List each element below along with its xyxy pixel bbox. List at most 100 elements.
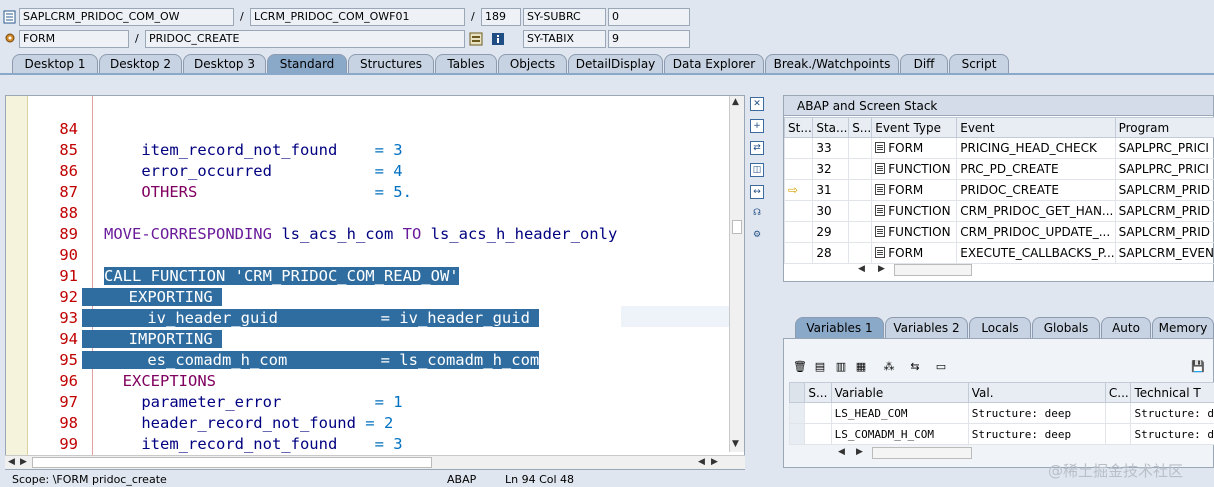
event-field[interactable]: PRIDOC_CREATE [145, 30, 465, 48]
table-row[interactable]: 33 FORM PRICING_HEAD_CHECK SAPLPRC_PRICI [783, 137, 1214, 159]
var-col-header[interactable]: Technical T [1130, 382, 1214, 403]
table-row[interactable]: 32 FUNCTION PRC_PD_CREATE SAPLPRC_PRICI [783, 158, 1214, 180]
tab-locals[interactable]: Locals [969, 317, 1031, 338]
tab-break-watchpoints[interactable]: Break./Watchpoints [765, 54, 899, 74]
var-col-header[interactable]: Val. [967, 382, 1106, 403]
new-tool-icon[interactable]: + [750, 119, 764, 133]
row-selector[interactable] [788, 423, 806, 445]
tab-desktop-1[interactable]: Desktop 1 [12, 54, 98, 74]
scroll-left-icon[interactable]: ◀ [8, 456, 15, 468]
folder-icon[interactable]: ▭ [934, 360, 948, 374]
table-row[interactable]: 30 FUNCTION CRM_PRIDOC_GET_HAN... SAPLCR… [783, 200, 1214, 222]
scroll-up-icon[interactable]: ▲ [732, 96, 739, 108]
code-line[interactable]: 95 EXCEPTIONS [6, 329, 744, 390]
code-line[interactable]: 96 parameter_error = 1 [6, 350, 744, 411]
scroll-left-icon[interactable]: ◀ [858, 263, 865, 275]
source-code-editor[interactable]: 84 item_record_not_found = 3 85 error_oc… [5, 95, 745, 470]
tab-objects[interactable]: Objects [498, 54, 567, 74]
stack-col-header[interactable]: S... [848, 117, 873, 138]
tab-desktop-2[interactable]: Desktop 2 [99, 54, 182, 74]
scroll-right-icon[interactable]: ▶ [20, 456, 27, 468]
stack-col-header[interactable]: Event Type [871, 117, 958, 138]
tab-data-explorer[interactable]: Data Explorer [664, 54, 764, 74]
services-icon[interactable]: ☊ [750, 207, 764, 221]
var-col-header[interactable]: S... [804, 382, 832, 403]
tab-memory[interactable]: Memory [1152, 317, 1214, 338]
code-line-selected[interactable]: 90 CALL FUNCTION 'CRM_PRIDOC_COM_READ_OW… [6, 224, 744, 285]
save-icon[interactable]: 💾 [1191, 360, 1205, 374]
tab-detaildisplay[interactable]: DetailDisplay [568, 54, 663, 74]
hierarchy-icon[interactable]: ⁂ [882, 360, 896, 374]
var-col-header[interactable]: C... [1104, 382, 1132, 403]
scroll-thumb[interactable] [894, 264, 972, 276]
scroll-left-icon[interactable]: ◀ [838, 446, 845, 458]
code-line[interactable]: 85 error_occurred = 4 [6, 119, 744, 180]
stack-col-header[interactable]: Sta... [812, 117, 850, 138]
insert-row-icon[interactable]: ▤ [813, 360, 827, 374]
exchange-icon[interactable]: ⇄ [750, 141, 764, 155]
code-line[interactable]: 88 MOVE-CORRESPONDING ls_acs_h_com TO ls… [6, 182, 744, 243]
sysfield-1-name[interactable]: SY-SUBRC [523, 8, 606, 26]
row-selector[interactable] [788, 402, 806, 424]
scroll-right-icon[interactable]: ▶ [878, 263, 885, 275]
scroll-thumb[interactable] [872, 447, 972, 459]
scroll-down-icon[interactable]: ▼ [732, 438, 739, 450]
tab-desktop-3[interactable]: Desktop 3 [183, 54, 266, 74]
scroll-thumb[interactable] [732, 220, 742, 234]
tab-structures[interactable]: Structures [348, 54, 434, 74]
code-line[interactable]: 86 OTHERS = 5. [6, 140, 744, 201]
variables-horizontal-scrollbar[interactable]: ◀ ▶ [836, 446, 976, 460]
table-row[interactable]: LS_COMADM_H_COM Structure: deep Structur… [788, 423, 1214, 445]
tab-variables-2[interactable]: Variables 2 [885, 317, 968, 338]
program-field[interactable]: SAPLCRM_PRIDOC_COM_OW [19, 8, 234, 26]
code-line[interactable]: 99 error_occurred = 4 [6, 413, 744, 469]
code-line[interactable]: 98 item_record_not_found = 3 [6, 392, 744, 453]
details-icon[interactable]: ▦ [854, 360, 868, 374]
code-line-selected[interactable]: 93 IMPORTING [6, 287, 744, 348]
tab-tables[interactable]: Tables [435, 54, 497, 74]
tab-auto[interactable]: Auto [1101, 317, 1151, 338]
tab-variables-1[interactable]: Variables 1 [795, 317, 884, 338]
delete-icon[interactable]: 🗑 [793, 360, 807, 374]
stack-horizontal-scrollbar[interactable]: ◀ ▶ [856, 263, 976, 277]
tab-globals[interactable]: Globals [1032, 317, 1100, 338]
append-row-icon[interactable]: ▥ [834, 360, 848, 374]
maximize-icon[interactable]: ◫ [750, 163, 764, 177]
tab-script[interactable]: Script [949, 54, 1009, 74]
scroll-right-icon[interactable]: ▶ [856, 446, 863, 458]
close-icon[interactable]: ✕ [750, 97, 764, 111]
sysfield-2-name[interactable]: SY-TABIX [523, 30, 606, 48]
event-type-field[interactable]: FORM [19, 30, 129, 48]
navigate-icon[interactable] [469, 32, 483, 46]
editor-vertical-scrollbar[interactable]: ▲ ▼ [729, 96, 744, 452]
table-row[interactable]: LS_HEAD_COM Structure: deep Structure: d [788, 402, 1214, 424]
code-line-selected[interactable]: 92 iv_header_guid = iv_header_guid [6, 266, 744, 327]
code-line-selected[interactable]: 91 EXPORTING [6, 245, 744, 306]
var-col-header[interactable]: Variable [830, 382, 969, 403]
code-line[interactable]: 97 header_record_not_found = 2 [6, 371, 744, 432]
cursor-position: Ln 94 Col 48 [505, 473, 575, 486]
editor-horizontal-scrollbar[interactable]: ◀ ▶ ◀ ▶ [5, 455, 745, 469]
stack-col-header[interactable]: Event [956, 117, 1116, 138]
tab-standard[interactable]: Standard [267, 54, 347, 74]
table-row[interactable]: 28 FORM EXECUTE_CALLBACKS_P... SAPLCRM_E… [783, 242, 1214, 264]
stack-col-header[interactable]: St... [783, 117, 814, 138]
resize-icon[interactable]: ↔ [750, 185, 764, 199]
scroll-right-icon[interactable]: ▶ [711, 456, 718, 468]
table-row[interactable]: 29 FUNCTION CRM_PRIDOC_UPDATE_... SAPLCR… [783, 221, 1214, 243]
code-line[interactable]: 89 [6, 203, 744, 243]
transfer-icon[interactable]: ⇆ [908, 360, 922, 374]
scroll-thumb[interactable] [32, 457, 432, 468]
code-line-selected[interactable]: 94 es_comadm_h_com = ls_comadm_h_com [6, 308, 744, 369]
scroll-left-icon[interactable]: ◀ [698, 456, 705, 468]
table-row-current[interactable]: ⇨ 31 FORM PRIDOC_CREATE SAPLCRM_PRID [783, 179, 1214, 201]
include-field[interactable]: LCRM_PRIDOC_COM_OWF01 [250, 8, 465, 26]
info-icon[interactable] [491, 32, 505, 46]
settings-icon[interactable]: ⚙ [750, 229, 764, 243]
code-line[interactable]: 100 OTHERS = 5. [6, 434, 744, 469]
code-line[interactable]: 87 [6, 161, 744, 201]
code-line[interactable]: 84 item_record_not_found = 3 [6, 98, 744, 159]
stack-col-header[interactable]: Program [1114, 117, 1214, 138]
line-field[interactable]: 189 [481, 8, 521, 26]
tab-diff[interactable]: Diff [900, 54, 948, 74]
